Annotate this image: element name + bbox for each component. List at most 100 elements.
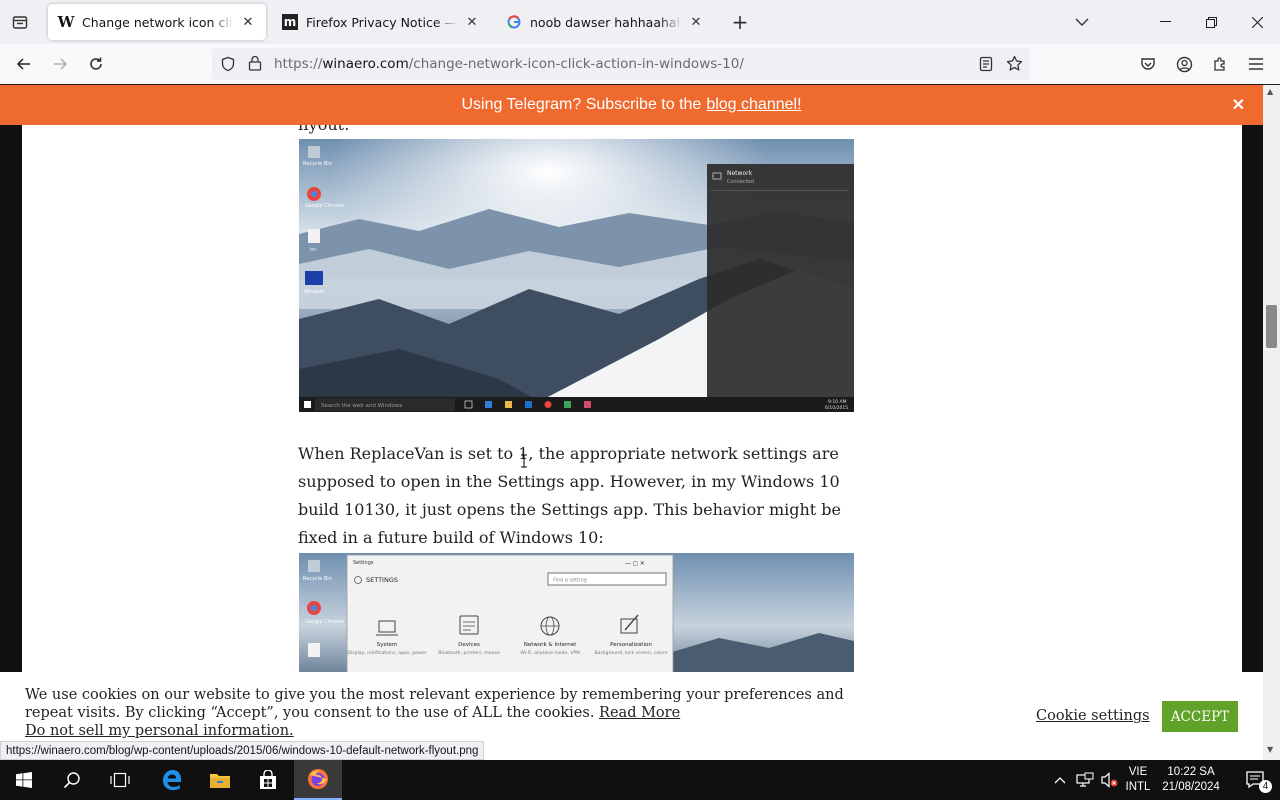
windows-taskbar: VIE INTL 10:22 SA 21/08/2024 4 [0,760,1280,800]
settings-category-name: Personalization [610,642,652,648]
network-flyout-screenshot[interactable]: Recycle Bin Google Chrome ini Winaero Ne… [299,139,854,412]
desktop-icon-label: Google Chrome [305,203,344,209]
settings-header: SETTINGS [366,576,398,584]
desktop-icon-label: ini [310,247,316,253]
tab-winaero[interactable]: W Change network icon click action in Wi… [48,4,266,40]
page-viewport: flyout: [0,125,1263,672]
settings-app-screenshot[interactable]: Recycle Bin Google Chrome Settings — ◻ ✕… [299,553,854,672]
url-path: /change-network-icon-click-action-in-win… [408,56,744,72]
volume-muted-icon[interactable] [1098,760,1122,800]
tab-close-icon[interactable]: ✕ [240,14,256,30]
store-icon[interactable] [244,760,292,800]
close-window-icon[interactable] [1234,0,1280,44]
restore-icon[interactable] [1188,0,1234,44]
new-tab-icon[interactable]: + [728,10,752,34]
url-bar[interactable]: https://winaero.com/change-network-icon-… [212,48,1030,80]
forward-icon[interactable] [48,52,72,76]
settings-category-desc: Wi-Fi, airplane mode, VPN [520,650,579,656]
url-text[interactable]: https://winaero.com/change-network-icon-… [274,56,744,72]
start-windows-icon[interactable] [0,760,48,800]
telegram-text: Using Telegram? Subscribe to the [461,96,702,113]
desktop-icon-label: Winaero [304,289,325,295]
firefox-view-icon[interactable] [0,0,40,44]
settings-category-desc: Display, notifications, apps, power [347,650,426,656]
url-scheme: https:// [274,56,323,72]
input-language-indicator[interactable]: VIE INTL [1124,765,1152,795]
flyout-network-status: Connected [727,179,754,185]
desktop-icon-label: Recycle Bin [303,576,332,582]
settings-category-name: Network & Internet [524,642,577,648]
keyboard-layout: INTL [1125,781,1151,793]
mini-clock-time: 9:10 AM [828,399,847,405]
clock-date: 21/08/2024 [1162,781,1220,793]
tab-title: Change network icon click action in Wind… [82,14,234,30]
tab-google-search[interactable]: noob dawser hahhaahah noob - Google Sear… [496,4,714,40]
settings-search-placeholder: Find a setting [553,578,587,584]
cookie-message-text: We use cookies on our website to give yo… [25,687,844,721]
account-icon[interactable] [1172,52,1196,76]
settings-window-title: Settings [353,560,374,566]
url-host: winaero.com [322,56,409,72]
list-all-tabs-icon[interactable] [1072,12,1092,32]
tab-title: noob dawser hahhaahah noob - Google Sear… [530,14,682,30]
text-cursor-icon [520,453,528,468]
firefox-taskbar-icon[interactable] [294,760,342,800]
settings-category-name: Devices [458,642,480,648]
reload-icon[interactable] [84,52,108,76]
action-center-icon[interactable]: 4 [1232,760,1280,800]
task-view-icon[interactable] [96,760,144,800]
pocket-icon[interactable] [1136,52,1160,76]
lock-icon[interactable] [248,55,262,75]
link-status-tooltip: https://winaero.com/blog/wp-content/uplo… [0,741,485,760]
article-paragraph: When ReplaceVan is set to 1, the appropr… [298,444,842,547]
telegram-banner: Using Telegram? Subscribe to the blog ch… [0,85,1263,125]
bookmark-star-icon[interactable] [1006,55,1023,76]
settings-category-desc: Background, lock screen, colors [595,650,669,656]
clock-time: 10:22 SA [1167,766,1215,778]
scroll-thumb[interactable] [1266,305,1277,348]
extensions-icon[interactable] [1208,52,1232,76]
tab-close-icon[interactable]: ✕ [464,14,480,30]
desktop-icon-label: Google Chrome [305,619,344,625]
mozilla-favicon-icon: m [282,14,298,30]
minimize-icon[interactable] [1142,0,1188,44]
search-icon[interactable] [48,760,96,800]
tab-bar: W Change network icon click action in Wi… [0,0,1280,44]
winaero-favicon-icon: W [57,13,75,31]
cookie-message: We use cookies on our website to give yo… [25,686,885,740]
banner-close-icon[interactable]: ✕ [1232,95,1245,115]
svg-text:— ◻ ✕: — ◻ ✕ [625,560,645,567]
settings-category-desc: Bluetooth, printers, mouse [438,650,500,656]
read-more-link[interactable]: Read More [599,705,680,721]
tab-close-icon[interactable]: ✕ [688,14,704,30]
reader-view-icon[interactable] [978,56,994,76]
language-code: VIE [1128,766,1148,778]
scroll-down-icon[interactable]: ▼ [1267,745,1273,754]
cookie-settings-link[interactable]: Cookie settings [1036,708,1150,724]
blog-channel-link[interactable]: blog channel! [706,96,801,114]
page-scrollbar[interactable]: ▲ ▼ [1263,85,1280,760]
scroll-up-icon[interactable]: ▲ [1267,87,1273,96]
back-icon[interactable] [12,52,36,76]
mini-clock-date: 6/10/2015 [825,405,848,411]
accept-cookies-button[interactable]: ACCEPT [1162,701,1238,732]
navigation-bar: https://winaero.com/change-network-icon-… [0,44,1280,84]
show-hidden-icons-chevron-icon[interactable] [1048,760,1072,800]
mini-search-placeholder: Search the web and Windows [321,403,402,409]
tab-firefox-privacy[interactable]: m Firefox Privacy Notice — Mozilla ✕ [272,4,490,40]
google-favicon-icon [506,14,522,30]
taskbar-clock[interactable]: 10:22 SA 21/08/2024 [1158,765,1224,795]
menu-hamburger-icon[interactable] [1244,52,1268,76]
settings-category-name: System [377,642,398,648]
notification-count-badge: 4 [1259,780,1272,793]
desktop-icon-label: Recycle Bin [303,161,332,167]
flyout-network-title: Network [727,170,753,177]
flyout-caption: flyout: [298,125,858,139]
tracking-protection-shield-icon[interactable] [220,56,236,76]
tab-title: Firefox Privacy Notice — Mozilla [306,14,458,30]
do-not-sell-link[interactable]: Do not sell my personal information. [25,723,294,739]
network-tray-icon[interactable] [1072,760,1098,800]
file-explorer-icon[interactable] [196,760,244,800]
edge-browser-icon[interactable] [148,760,196,800]
article-column: flyout: [22,125,1242,672]
